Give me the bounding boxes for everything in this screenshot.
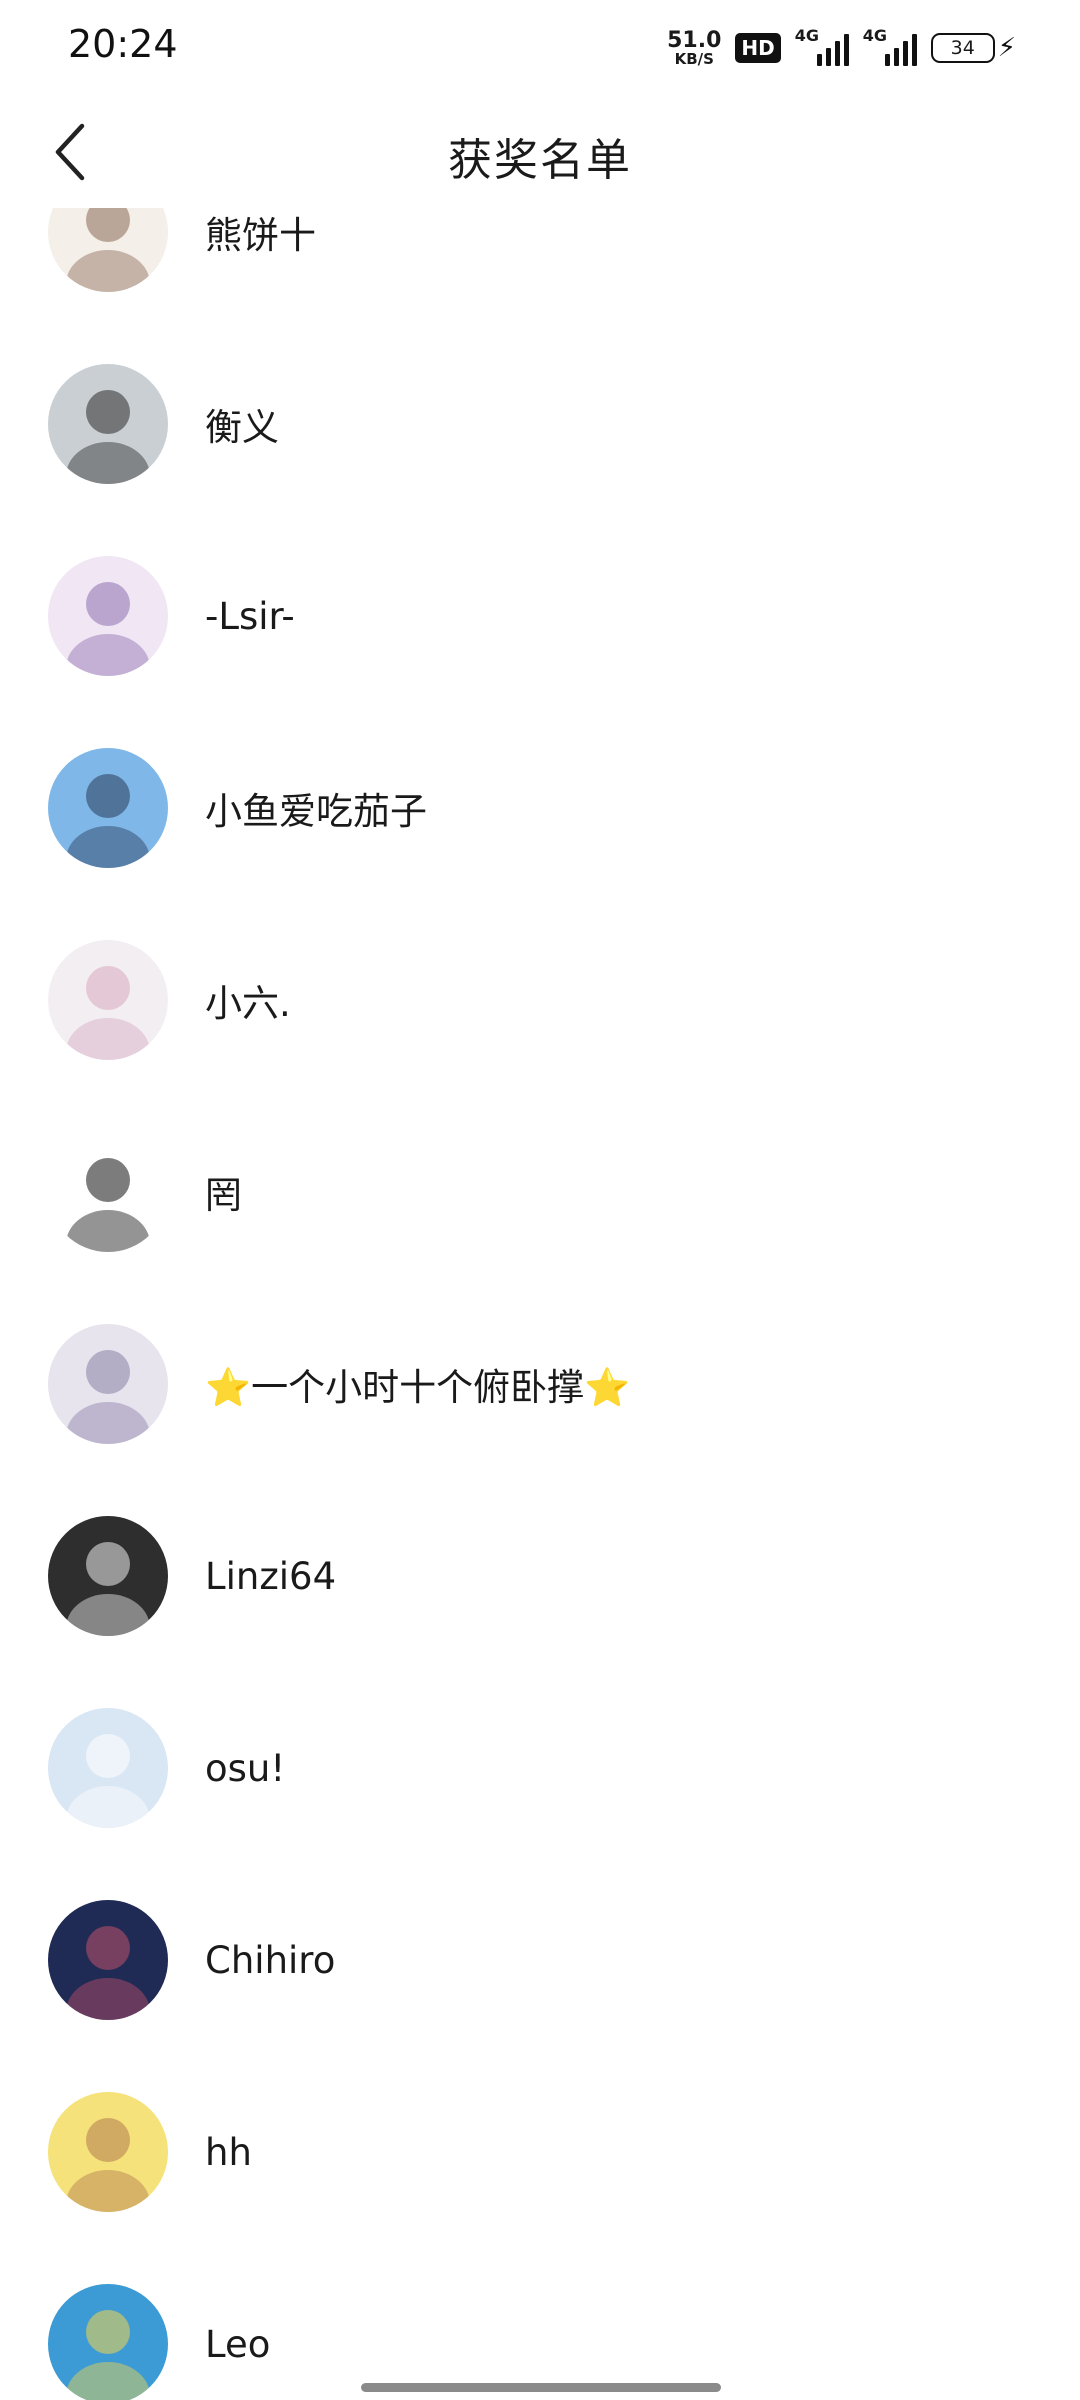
page-title: 获奖名单 (448, 135, 632, 186)
winner-list-item[interactable]: 衡义 (0, 328, 1080, 520)
charging-bolt-icon: ⚡ (997, 33, 1016, 63)
winner-list-item[interactable]: 罔 (0, 1096, 1080, 1288)
winner-name: 小六. (205, 982, 291, 1025)
avatar[interactable] (48, 1900, 168, 2020)
winner-list-item[interactable]: -Lsir- (0, 520, 1080, 712)
avatar[interactable] (48, 1516, 168, 1636)
winner-list-content: 熊饼十衡义 -Lsir- 小鱼爱吃茄子 小六. 罔 ⭐一个小时十个俯卧撑⭐ Linzi64 o… (0, 208, 1080, 2400)
winner-name: osu! (205, 1746, 286, 1790)
winner-name: 熊饼十 (205, 214, 316, 257)
winner-list-item[interactable]: Leo (0, 2248, 1080, 2400)
winner-list-item[interactable]: ⭐一个小时十个俯卧撑⭐ (0, 1288, 1080, 1480)
hd-voice-icon: HD (735, 33, 781, 63)
winner-name: Chihiro (205, 1938, 336, 1982)
avatar[interactable] (48, 556, 168, 676)
avatar[interactable] (48, 940, 168, 1060)
sim1-signal-icon: 4G (795, 26, 849, 66)
winner-list-item[interactable]: 熊饼十 (0, 208, 1080, 328)
avatar[interactable] (48, 1132, 168, 1252)
winner-list-item[interactable]: 小鱼爱吃茄子 (0, 712, 1080, 904)
winner-list-item[interactable]: osu! (0, 1672, 1080, 1864)
winner-name: 小鱼爱吃茄子 (205, 790, 427, 833)
network-speed-unit: KB/S (674, 49, 714, 68)
avatar[interactable] (48, 2284, 168, 2400)
battery-icon: 34 ⚡ (930, 33, 1016, 63)
winner-name: -Lsir- (205, 594, 295, 638)
winner-name: Linzi64 (205, 1554, 337, 1598)
avatar[interactable] (48, 748, 168, 868)
winner-list-item[interactable]: Chihiro (0, 1864, 1080, 2056)
winner-name: ⭐一个小时十个俯卧撑⭐ (205, 1366, 631, 1409)
winner-name: 衡义 (205, 406, 279, 449)
avatar[interactable] (48, 364, 168, 484)
battery-level: 34 (930, 33, 995, 63)
avatar[interactable] (48, 1708, 168, 1828)
avatar[interactable] (48, 1324, 168, 1444)
winner-name: 罔 (205, 1174, 242, 1217)
home-indicator[interactable] (361, 2383, 721, 2392)
app-header: 获奖名单 (0, 96, 1080, 208)
winner-name: hh (205, 2130, 252, 2174)
network-speed: 51.0 KB/S (667, 27, 722, 68)
sim1-network-type: 4G (794, 26, 819, 45)
winner-list-item[interactable]: 小六. (0, 904, 1080, 1096)
winner-name: Leo (205, 2322, 271, 2366)
screen: 熊饼十衡义 -Lsir- 小鱼爱吃茄子 小六. 罔 ⭐一个小时十个俯卧撑⭐ Linzi64 o… (0, 0, 1080, 2400)
network-speed-value: 51.0 (667, 27, 722, 53)
winner-list[interactable]: 熊饼十衡义 -Lsir- 小鱼爱吃茄子 小六. 罔 ⭐一个小时十个俯卧撑⭐ Linzi64 o… (0, 208, 1080, 2400)
sim2-signal-icon: 4G (863, 26, 917, 66)
avatar[interactable] (48, 208, 168, 292)
status-time: 20:24 (68, 22, 178, 66)
winner-list-item[interactable]: hh (0, 2056, 1080, 2248)
status-icons: 51.0 KB/S HD 4G 4G 34 ⚡ (667, 26, 1016, 70)
winner-list-item[interactable]: Linzi64 (0, 1480, 1080, 1672)
sim2-network-type: 4G (862, 26, 887, 45)
avatar[interactable] (48, 2092, 168, 2212)
status-bar: 20:24 51.0 KB/S HD 4G 4G 34 ⚡ (0, 0, 1080, 96)
